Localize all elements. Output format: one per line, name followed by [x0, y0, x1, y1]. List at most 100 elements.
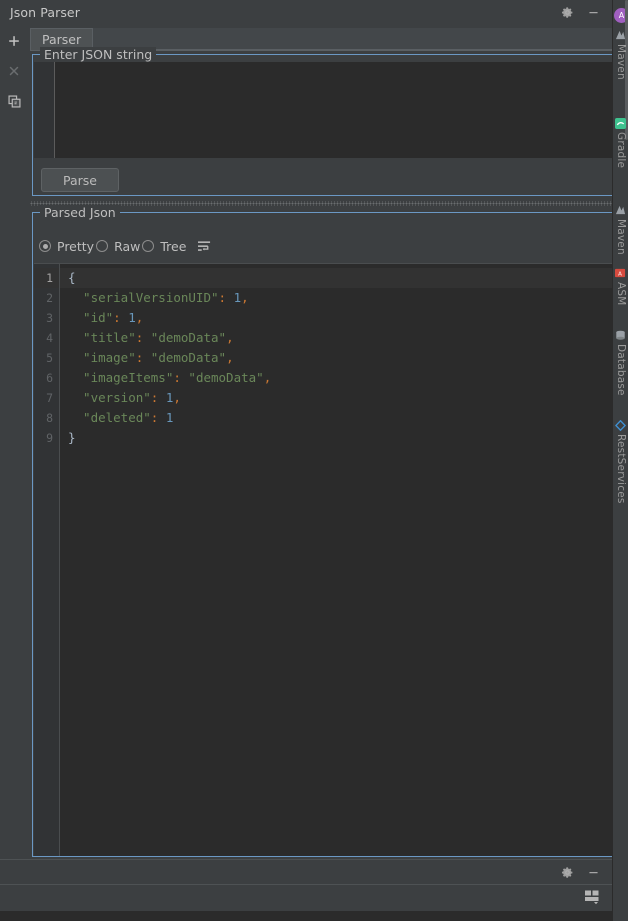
code-line[interactable]: "version": 1,	[60, 388, 614, 408]
json-input-editor[interactable]	[34, 62, 614, 158]
code-token-punct: {	[68, 270, 76, 285]
add-button[interactable]	[3, 30, 25, 52]
parse-button-row: Parse	[34, 165, 614, 195]
minimize-icon[interactable]	[586, 6, 600, 20]
gutter-line-number: 6	[46, 371, 53, 385]
gutter-line-number: 8	[46, 411, 53, 425]
stripe-item-maven-2[interactable]: Maven	[613, 205, 628, 258]
status-strip	[0, 911, 612, 921]
code-token-str: "demoData"	[180, 370, 264, 385]
gutter-line-number: 4	[46, 331, 53, 345]
stripe-label-restservices: RestServices	[615, 434, 627, 504]
window-title-bar: Json Parser	[0, 0, 612, 25]
stripe-item-restservices[interactable]: RestServices	[613, 419, 628, 507]
code-token-punct: }	[68, 430, 76, 445]
radio-raw[interactable]: Raw	[96, 239, 140, 254]
code-line[interactable]: "deleted": 1	[60, 408, 614, 428]
gutter-line-number: 1	[34, 268, 59, 288]
radio-pretty[interactable]: Pretty	[39, 239, 94, 254]
code-line[interactable]: "title": "demoData",	[60, 328, 614, 348]
radio-pretty-label: Pretty	[57, 238, 95, 254]
code-line[interactable]: {	[60, 268, 614, 288]
radio-tree[interactable]: Tree	[142, 239, 186, 254]
code-token-num: 1	[158, 410, 174, 425]
code-token-key: "deleted"	[68, 410, 151, 425]
code-content[interactable]: { "serialVersionUID": 1, "id": 1, "title…	[60, 264, 614, 856]
code-token-comma: ,	[226, 350, 234, 365]
code-token-comma: ,	[226, 330, 234, 345]
asm-icon: A	[615, 268, 627, 280]
parsed-panel-legend: Parsed Json	[40, 205, 120, 220]
gutter-line-number: 9	[46, 431, 53, 445]
stripe-label-database: Database	[615, 344, 627, 396]
gutter-line-number: 2	[46, 291, 53, 305]
bottom-toolbar-secondary	[0, 885, 612, 911]
gear-icon[interactable]	[560, 6, 574, 20]
stripe-label-asm: ASM	[615, 282, 627, 306]
stripe-item-database[interactable]: Database	[613, 330, 628, 399]
gutter-line-number: 5	[46, 351, 53, 365]
radio-tree-label: Tree	[160, 238, 187, 254]
code-token-comma: ,	[135, 310, 144, 325]
gradle-icon	[615, 118, 627, 130]
code-token-key: "imageItems"	[68, 370, 174, 385]
minimize-icon[interactable]	[586, 865, 600, 879]
stripe-item-gradle[interactable]: Gradle	[613, 118, 628, 171]
bottom-toolbar-primary	[0, 859, 612, 885]
code-token-comma: ,	[263, 370, 272, 385]
code-token-str: "demoData"	[143, 330, 227, 345]
ide-right-tool-stripe: A Maven Gradle Maven A ASM Database Rest…	[612, 0, 628, 921]
code-token-num: 1	[120, 310, 136, 325]
code-line[interactable]: "serialVersionUID": 1,	[60, 288, 614, 308]
parsed-json-code-editor[interactable]: 1 2 3 4 5 6 7 8 9 { "serialVersionUID": 1, "id":…	[34, 263, 614, 856]
gear-icon[interactable]	[560, 865, 574, 879]
stripe-label-maven: Maven	[615, 44, 627, 80]
page-title: Json Parser	[10, 5, 80, 20]
code-token-str: "demoData"	[143, 350, 227, 365]
layout-action-group	[584, 889, 612, 908]
radio-raw-circle	[96, 240, 109, 252]
code-line[interactable]: }	[60, 428, 614, 448]
code-token-key: "id"	[68, 310, 114, 325]
json-input-textarea[interactable]	[55, 62, 614, 158]
database-icon	[615, 330, 627, 342]
radio-pretty-circle	[39, 240, 51, 252]
maven-icon-2	[615, 205, 627, 217]
code-line[interactable]: "image": "demoData",	[60, 348, 614, 368]
code-line[interactable]: "imageItems": "demoData",	[60, 368, 614, 388]
code-token-num: 1	[226, 290, 242, 305]
code-token-colon: :	[218, 290, 227, 305]
tab-strip-filler	[93, 28, 612, 50]
code-token-colon: :	[173, 370, 181, 385]
enter-json-string-panel: Enter JSON string Parse	[32, 47, 614, 196]
code-token-key: "serialVersionUID"	[68, 290, 219, 305]
copy-icon[interactable]	[3, 90, 25, 112]
stripe-item-maven[interactable]: Maven	[613, 30, 628, 83]
radio-raw-label: Raw	[114, 238, 141, 254]
left-toolbar	[0, 25, 28, 881]
code-token-comma: ,	[241, 290, 249, 305]
code-gutter: 1 2 3 4 5 6 7 8 9	[34, 264, 59, 856]
view-mode-radio-group: Pretty Raw Tree	[39, 235, 212, 257]
soft-wrap-icon[interactable]	[197, 240, 212, 253]
code-token-comma: ,	[173, 390, 181, 405]
code-token-key: "version"	[68, 390, 151, 405]
gutter-line-number: 3	[46, 311, 53, 325]
title-bar-actions	[560, 6, 612, 20]
code-token-colon: :	[113, 310, 121, 325]
input-gutter	[34, 62, 54, 158]
gutter-line-number: 7	[46, 391, 53, 405]
bottom-toolbar-actions	[560, 865, 612, 879]
code-token-key: "title"	[68, 330, 136, 345]
parse-button[interactable]: Parse	[41, 168, 119, 192]
parsed-json-panel: Parsed Json Pretty Raw Tree 1 2 3 4 5 6 7 8 9 {…	[32, 205, 614, 857]
maven-icon	[615, 30, 627, 42]
input-panel-legend: Enter JSON string	[40, 47, 157, 62]
stripe-label-maven-2: Maven	[615, 219, 627, 255]
svg-text:A: A	[618, 271, 622, 277]
stripe-item-asm[interactable]: A ASM	[613, 268, 628, 309]
remove-button	[3, 60, 25, 82]
code-line[interactable]: "id": 1,	[60, 308, 614, 328]
layout-icon[interactable]	[584, 889, 602, 908]
code-token-num: 1	[158, 390, 174, 405]
